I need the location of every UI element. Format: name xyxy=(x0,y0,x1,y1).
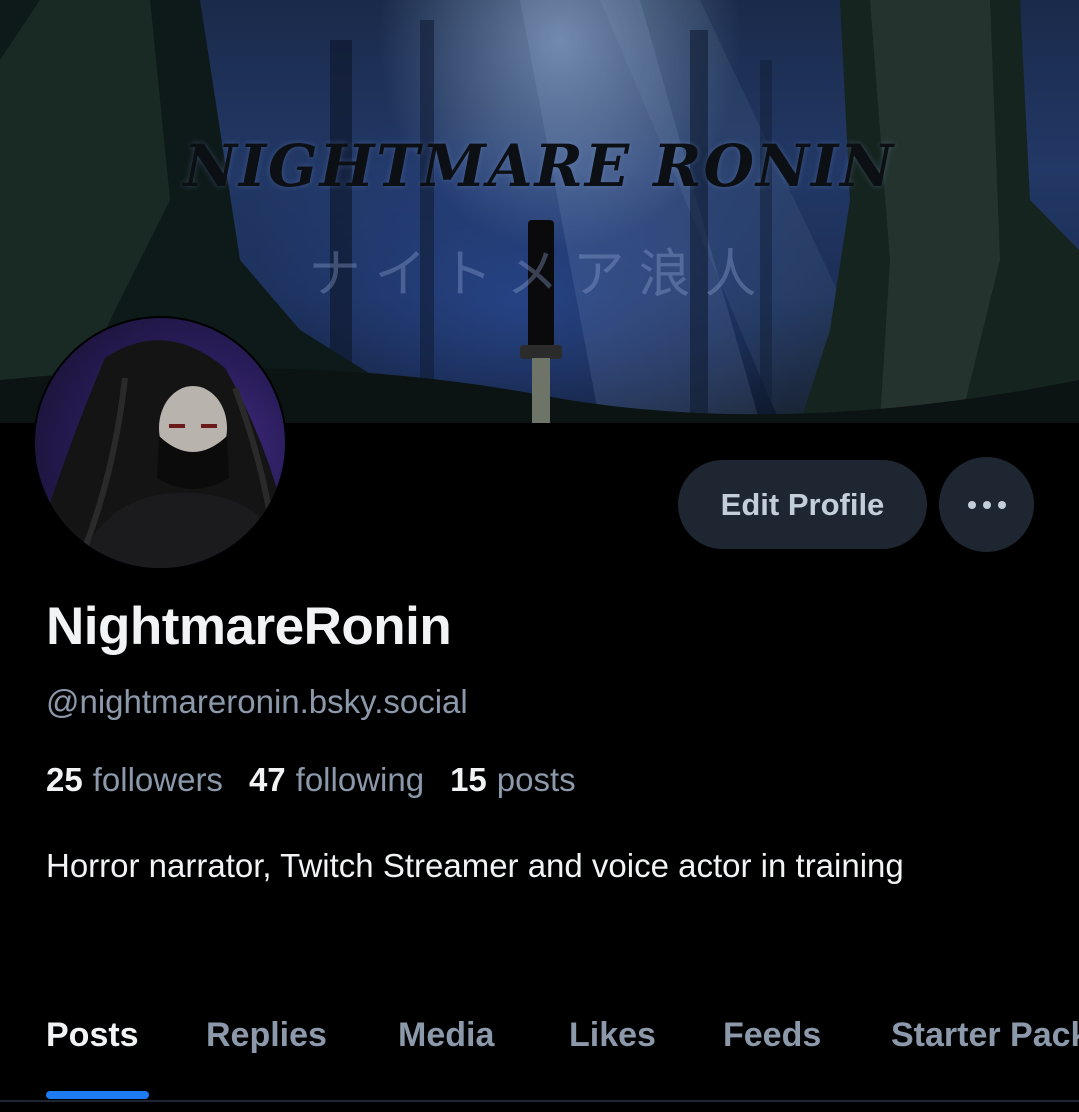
tab-media[interactable]: Media xyxy=(398,1016,494,1055)
avatar[interactable] xyxy=(33,316,287,570)
tab-replies[interactable]: Replies xyxy=(206,1016,327,1055)
tabs-divider xyxy=(0,1100,1079,1102)
following-stat[interactable]: 47 following xyxy=(249,761,424,799)
tab-likes[interactable]: Likes xyxy=(569,1016,656,1055)
tab-posts[interactable]: Posts xyxy=(46,1016,139,1055)
tab-feeds[interactable]: Feeds xyxy=(723,1016,821,1055)
profile-handle: @nightmareronin.bsky.social xyxy=(46,683,468,720)
profile-bio: Horror narrator, Twitch Streamer and voi… xyxy=(46,847,904,884)
banner-title: NIGHTMARE RONIN xyxy=(183,132,896,200)
following-label: following xyxy=(295,761,425,798)
ellipsis-icon xyxy=(967,500,1006,509)
posts-stat: 15 posts xyxy=(450,761,576,799)
active-tab-indicator xyxy=(46,1091,149,1099)
followers-label: followers xyxy=(92,761,223,798)
posts-label: posts xyxy=(496,761,576,798)
followers-stat[interactable]: 25 followers xyxy=(46,761,223,799)
profile-stats: 25 followers 47 following 15 posts xyxy=(46,761,576,799)
followers-count: 25 xyxy=(46,761,83,798)
avatar-image xyxy=(35,340,285,568)
profile-tabs: Posts Replies Media Likes Feeds Starter … xyxy=(0,1000,1079,1112)
edit-profile-button[interactable]: Edit Profile xyxy=(678,460,927,549)
banner-subtitle: ナイトメア浪人 xyxy=(308,245,771,305)
tab-starter-packs[interactable]: Starter Packs xyxy=(891,1016,1079,1055)
more-options-button[interactable] xyxy=(939,457,1034,552)
posts-count: 15 xyxy=(450,761,487,798)
display-name: NightmareRonin xyxy=(46,597,452,656)
following-count: 47 xyxy=(248,761,286,798)
